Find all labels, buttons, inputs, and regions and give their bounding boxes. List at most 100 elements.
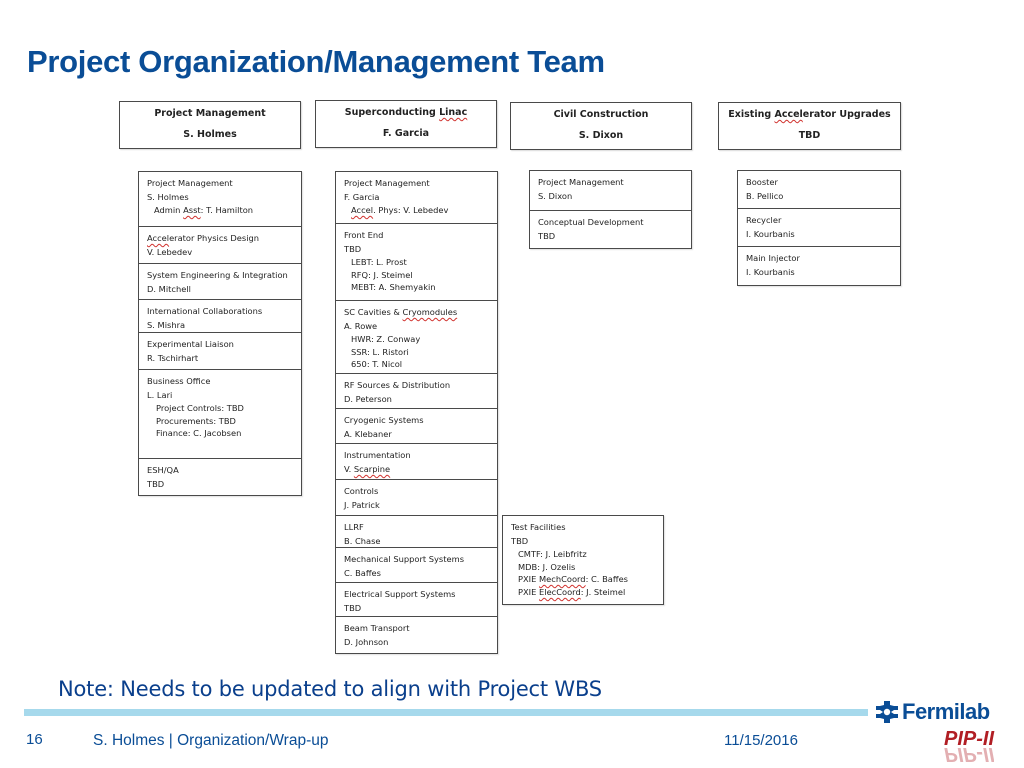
org-unit-lead: J. Patrick [344, 500, 380, 510]
org-unit-name: Test Facilities [511, 522, 566, 532]
org-unit-name: Main Injector [746, 253, 800, 263]
org-unit-lead: TBD [344, 244, 362, 254]
org-unit-member: 650: T. Nicol [351, 359, 403, 370]
head-box-superconducting-linac: Superconducting Linac F. Garcia [315, 100, 497, 148]
org-unit-name: ESH/QA [147, 465, 179, 475]
org-unit-name: Controls [344, 486, 379, 496]
org-unit-name: Electrical Support Systems [344, 589, 456, 599]
org-unit-member: HWR: Z. Conway [351, 334, 421, 344]
org-unit: Experimental Liaison R. Tschirhart [139, 333, 301, 370]
org-unit-lead: TBD [538, 231, 556, 241]
org-unit-name: Accelerator Physics Design [147, 233, 260, 243]
head-lead: F. Garcia [382, 128, 430, 139]
org-unit-name: Business Office [147, 376, 211, 386]
org-unit-member: Procurements: TBD [156, 415, 236, 426]
pip-ii-logo-reflection: PIP-II [944, 745, 995, 765]
org-unit-name: Instrumentation [344, 450, 411, 460]
org-unit-lead: TBD [344, 603, 362, 613]
org-unit-lead: TBD [147, 479, 165, 489]
footer-presenter: S. Holmes | Organization/Wrap-up [93, 732, 329, 749]
footer-rule [24, 709, 868, 716]
org-unit-name: International Collaborations [147, 306, 263, 316]
org-unit: Instrumentation V. Scarpine [336, 444, 497, 480]
org-unit: Business Office L. Lari Project Controls: … [139, 370, 301, 459]
org-unit: Test Facilities TBD CMTF: J. Leibfritz MDB:… [503, 516, 663, 604]
org-unit-name: Recycler [746, 215, 782, 225]
org-unit: Project Management S. Dixon [530, 171, 691, 211]
org-unit-lead: TBD [511, 536, 529, 546]
org-unit-member: RFQ: J. Steimel [351, 269, 413, 280]
org-unit-lead: R. Tschirhart [147, 353, 199, 363]
org-unit-member: MDB: J. Ozelis [518, 561, 576, 572]
org-unit-lead: I. Kourbanis [746, 267, 795, 277]
org-unit-name: Front End [344, 230, 384, 240]
org-unit: Electrical Support Systems TBD [336, 583, 497, 617]
slide-title: Project Organization/Management Team [27, 44, 605, 79]
org-unit-name: System Engineering & Integration [147, 270, 288, 280]
org-unit-member: CMTF: J. Leibfritz [518, 549, 587, 559]
org-unit-lead: V. Scarpine [344, 464, 391, 474]
org-unit: Booster B. Pellico [738, 171, 900, 209]
org-unit: Conceptual Development TBD [530, 211, 691, 248]
head-box-existing-accelerator-upgrades: Existing Accelerator Upgrades TBD [718, 102, 901, 150]
org-unit: Front End TBD LEBT: L. Prost RFQ: J. Steime… [336, 224, 497, 301]
org-unit-name: RF Sources & Distribution [344, 380, 451, 390]
org-unit-name: Project Management [538, 177, 624, 187]
org-unit-name: LLRF [344, 522, 364, 532]
org-unit-lead: A. Rowe [344, 321, 378, 331]
head-lead: S. Holmes [183, 129, 237, 140]
note-text: Note: Needs to be updated to align with … [58, 677, 602, 701]
org-unit-name: Mechanical Support Systems [344, 554, 465, 564]
org-unit: Mechanical Support Systems C. Baffes [336, 548, 497, 583]
org-unit-lead: D. Peterson [344, 394, 392, 404]
head-title: Existing Accelerator Upgrades [728, 109, 891, 120]
org-unit-member: Finance: C. Jacobsen [156, 428, 242, 439]
org-unit-lead: S. Holmes [147, 192, 189, 202]
org-unit: International Collaborations S. Mishra [139, 300, 301, 333]
org-unit-member: Accel. Phys: V. Lebedev [351, 205, 449, 215]
org-unit: Main Injector I. Kourbanis [738, 247, 900, 285]
org-unit-lead: B. Pellico [746, 191, 784, 201]
org-unit-lead: F. Garcia [344, 192, 380, 202]
org-unit-member: Project Controls: TBD [156, 403, 244, 413]
org-unit-member: PXIE ElecCoord: J. Steimel [518, 586, 626, 597]
head-lead: TBD [798, 130, 821, 141]
fermilab-logo-text: Fermilab [902, 699, 990, 724]
head-lead: S. Dixon [578, 130, 624, 141]
org-unit-name: Cryogenic Systems [344, 415, 424, 425]
org-unit-lead: D. Johnson [344, 637, 389, 647]
org-unit-lead: B. Chase [344, 536, 381, 546]
org-unit: ESH/QA TBD [139, 459, 301, 495]
column-superconducting-linac: Project Management F. Garcia Accel. Phys: … [335, 171, 498, 654]
org-unit-lead: V. Lebedev [147, 247, 193, 257]
page-number: 16 [26, 731, 43, 748]
org-unit-member: LEBT: L. Prost [351, 257, 407, 267]
org-unit: RF Sources & Distribution D. Peterson [336, 374, 497, 409]
head-title: Project Management [154, 108, 266, 119]
org-unit-member: MEBT: A. Shemyakin [351, 282, 436, 293]
org-unit: System Engineering & Integration D. Mitch… [139, 264, 301, 300]
org-unit: Accelerator Physics Design V. Lebedev [139, 227, 301, 264]
fermilab-logo: Fermilab [876, 699, 990, 725]
org-unit-member: PXIE MechCoord: C. Baffes [518, 574, 628, 585]
column-project-management: Project Management S. Holmes Admin Asst: T… [138, 171, 302, 496]
org-unit: Project Management S. Holmes Admin Asst: T… [139, 172, 301, 227]
org-unit-lead: C. Baffes [344, 568, 381, 578]
org-unit-lead: L. Lari [147, 390, 173, 400]
head-box-project-management: Project Management S. Holmes [119, 101, 301, 149]
org-unit-name: Project Management [344, 178, 430, 188]
org-unit-name: Beam Transport [344, 623, 410, 633]
org-unit-name: Booster [746, 177, 778, 187]
column-existing-accelerator-upgrades: Booster B. Pellico Recycler I. Kourbanis Mai… [737, 170, 901, 286]
org-unit: Beam Transport D. Johnson [336, 617, 497, 653]
org-unit-lead: I. Kourbanis [746, 229, 795, 239]
org-unit: Project Management F. Garcia Accel. Phys: … [336, 172, 497, 224]
org-unit-member: SSR: L. Ristori [351, 346, 409, 357]
org-unit: Recycler I. Kourbanis [738, 209, 900, 247]
org-unit-name: Project Management [147, 178, 233, 188]
org-unit-lead: S. Dixon [538, 191, 573, 201]
org-unit: LLRF B. Chase [336, 516, 497, 548]
head-title: Superconducting Linac [316, 107, 496, 118]
head-title-text: Superconducting Linac [344, 107, 468, 118]
org-unit-name: SC Cavities & Cryomodules [344, 307, 458, 317]
